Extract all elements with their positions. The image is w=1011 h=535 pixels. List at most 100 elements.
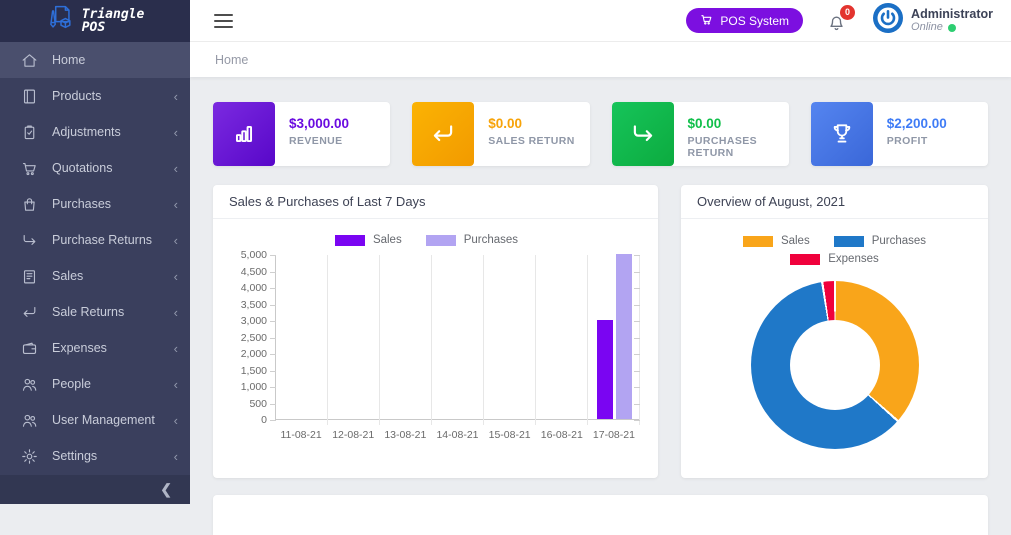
user-status: Online [911,21,993,34]
donut-chart [751,281,919,449]
chevron-left-icon: ‹ [174,342,178,355]
chevron-left-icon: ‹ [174,162,178,175]
sale-returns-icon [20,303,38,321]
sidebar: TrianglePOS HomeProducts‹Adjustments‹Quo… [0,0,190,504]
sidebar-item-label: User Management [52,413,174,427]
sidebar-item-purchases[interactable]: Purchases‹ [0,186,190,222]
pos-system-button-label: POS System [720,14,789,28]
expenses-icon [20,339,38,357]
purchases-icon [20,195,38,213]
bar-group-17-08-21 [588,254,640,419]
legend-label: Expenses [828,253,879,265]
breadcrumb: Home [190,42,1011,77]
x-tick-label: 13-08-21 [379,429,431,441]
y-tick-label: 1,000 [241,382,267,393]
y-tick-label: 2,000 [241,349,267,360]
top-header: POS System 0 Administrator Onlin [190,0,1011,42]
stat-card-sales-return: $0.00SALES RETURN [412,102,589,166]
stat-card-purchases-return: $0.00PURCHASES RETURN [612,102,789,166]
sidebar-item-adjustments[interactable]: Adjustments‹ [0,114,190,150]
sidebar-item-settings[interactable]: Settings‹ [0,438,190,474]
chevron-left-icon: ‹ [174,270,178,283]
y-tick-label: 0 [261,415,267,426]
y-tick-label: 4,000 [241,283,267,294]
stats-row: $3,000.00REVENUE $0.00SALES RETURN $0.00PU… [213,102,988,166]
sidebar-item-sale-returns[interactable]: Sale Returns‹ [0,294,190,330]
pos-system-button[interactable]: POS System [686,8,803,33]
corner-down-right-icon [612,102,674,166]
user-menu[interactable]: Administrator Online [873,3,993,38]
people-icon [20,375,38,393]
purchase-returns-icon [20,231,38,249]
y-tick-label: 5,000 [241,250,267,261]
sales-purchases-chart-title: Sales & Purchases of Last 7 Days [229,194,426,209]
adjustments-icon [20,123,38,141]
power-icon [873,3,903,33]
legend-swatch [790,254,820,265]
y-tick-label: 3,500 [241,300,267,311]
legend-item-purchases[interactable]: Purchases [834,235,926,247]
legend-swatch [426,235,456,246]
bar-chart-plot [275,255,640,420]
sidebar-item-label: Purchase Returns [52,233,174,247]
chevron-left-icon: ❮ [160,481,172,498]
sidebar-menu: HomeProducts‹Adjustments‹Quotations‹Purc… [0,42,190,474]
x-tick-label: 16-08-21 [536,429,588,441]
sidebar-item-label: Purchases [52,197,174,211]
legend-item-sales[interactable]: Sales [335,234,402,246]
legend-swatch [743,236,773,247]
overview-donut-card: Overview of August, 2021 Sales Purchases E… [681,185,988,478]
notifications-button[interactable]: 0 [827,9,849,33]
chevron-left-icon: ‹ [174,90,178,103]
trophy-icon [811,102,873,166]
y-tick-label: 1,500 [241,366,267,377]
sidebar-item-sales[interactable]: Sales‹ [0,258,190,294]
overview-donut-title: Overview of August, 2021 [697,194,845,209]
legend-label: Purchases [872,235,926,247]
sidebar-item-people[interactable]: People‹ [0,366,190,402]
legend-item-sales[interactable]: Sales [743,235,810,247]
legend-swatch [834,236,864,247]
stat-value: $2,200.00 [887,116,947,131]
brand-logo[interactable]: TrianglePOS [0,0,190,42]
chevron-left-icon: ‹ [174,306,178,319]
sales-icon [20,267,38,285]
chevron-left-icon: ‹ [174,378,178,391]
sidebar-item-label: Expenses [52,341,174,355]
bar-sales-17-08-21 [597,320,613,419]
sidebar-item-user-management[interactable]: User Management‹ [0,402,190,438]
notification-count-badge: 0 [840,5,855,20]
sidebar-item-quotations[interactable]: Quotations‹ [0,150,190,186]
sidebar-item-products[interactable]: Products‹ [0,78,190,114]
bar-chart-legend: Sales Purchases [213,234,640,246]
x-tick-label: 15-08-21 [484,429,536,441]
stat-card-revenue: $3,000.00REVENUE [213,102,390,166]
sidebar-collapse-button[interactable]: ❮ [0,475,190,504]
legend-item-expenses[interactable]: Expenses [790,253,879,265]
donut-chart-legend: Sales Purchases Expenses [681,235,988,265]
hamburger-menu-icon[interactable] [214,10,233,32]
sidebar-item-label: People [52,377,174,391]
sales-purchases-chart-card: Sales & Purchases of Last 7 Days Sales Pu… [213,185,658,478]
main-content: $3,000.00REVENUE $0.00SALES RETURN $0.00PU… [190,77,1011,504]
chevron-left-icon: ‹ [174,198,178,211]
sidebar-item-label: Quotations [52,161,174,175]
stat-value: $3,000.00 [289,116,349,131]
quotations-icon [20,159,38,177]
breadcrumb-home-link[interactable]: Home [215,53,248,67]
legend-label: Sales [373,234,402,246]
donut-hole [790,320,880,410]
user-management-icon [20,411,38,429]
sidebar-item-purchase-returns[interactable]: Purchase Returns‹ [0,222,190,258]
stat-card-profit: $2,200.00PROFIT [811,102,988,166]
legend-item-purchases[interactable]: Purchases [426,234,518,246]
sidebar-item-label: Sale Returns [52,305,174,319]
legend-swatch [335,235,365,246]
sidebar-item-home[interactable]: Home [0,42,190,78]
legend-label: Sales [781,235,810,247]
bar-chart-y-axis: 5,0004,5004,0003,5003,0002,5002,0001,500… [213,255,275,420]
stat-label: SALES RETURN [488,135,574,147]
chevron-left-icon: ‹ [174,126,178,139]
sidebar-item-expenses[interactable]: Expenses‹ [0,330,190,366]
x-tick-label: 11-08-21 [275,429,327,441]
